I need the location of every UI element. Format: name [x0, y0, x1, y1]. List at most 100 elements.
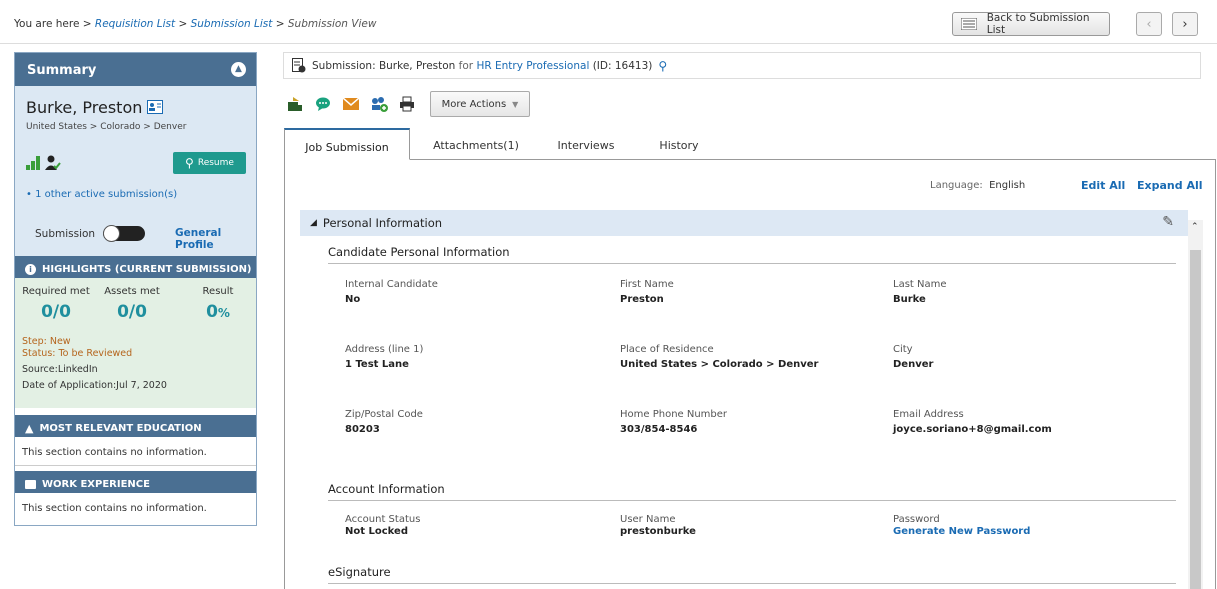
resume-label: Resume	[197, 158, 234, 168]
highlights-body: Required met 0/0 Assets met 0/0 Result 0…	[15, 278, 256, 408]
back-to-submission-list-button[interactable]: Back to Submission List	[952, 12, 1110, 36]
field-zip-code: Zip/Postal Code 80203	[345, 409, 423, 435]
field-label: Last Name	[893, 279, 947, 290]
language-indicator: Language: English	[930, 180, 1025, 191]
step-status: Step: New Status: To be Reviewed	[22, 336, 132, 360]
summary-panel: Summary ▲ Burke, Preston United States >…	[14, 52, 257, 526]
action-toolbar: More Actions ▼	[286, 91, 530, 117]
summary-title: Summary	[27, 63, 97, 78]
field-account-status: Account Status Not Locked	[345, 514, 420, 537]
general-profile-link[interactable]: General Profile	[175, 227, 256, 251]
field-value: Not Locked	[345, 526, 408, 537]
highlights-title: HIGHLIGHTS (CURRENT SUBMISSION)	[42, 264, 252, 275]
list-icon	[961, 18, 977, 30]
field-label: Zip/Postal Code	[345, 409, 423, 420]
scrollbar-thumb[interactable]	[1190, 250, 1201, 589]
tab-bar: Job Submission Attachments(1) Interviews…	[284, 128, 1216, 160]
contact-card-icon[interactable]	[147, 100, 164, 114]
resume-button[interactable]: ⚲ Resume	[173, 152, 246, 174]
breadcrumb-requisition-list[interactable]: Requisition List	[95, 18, 175, 30]
expand-all-link[interactable]: Expand All	[1137, 179, 1203, 192]
tab-interviews[interactable]: Interviews	[536, 128, 636, 160]
top-bar: You are here > Requisition List > Submis…	[0, 0, 1217, 44]
print-icon[interactable]	[398, 95, 416, 113]
scroll-up-icon[interactable]: ⌃	[1191, 222, 1199, 232]
preview-search-icon[interactable]: ⚲	[658, 59, 667, 73]
other-submissions-text: 1 other active submission(s)	[35, 189, 178, 200]
field-value: 80203	[345, 424, 380, 435]
email-icon[interactable]	[342, 95, 360, 113]
personal-information-section-header[interactable]: ◢ Personal Information ✎	[300, 210, 1188, 236]
tab-attachments[interactable]: Attachments(1)	[420, 128, 532, 160]
bullet-icon: •	[26, 189, 32, 200]
language-value[interactable]: English	[989, 180, 1025, 191]
previous-button[interactable]: ‹	[1136, 12, 1162, 36]
field-city: City Denver	[893, 344, 933, 370]
field-label: Address (line 1)	[345, 344, 424, 355]
document-icon	[292, 58, 306, 73]
field-label: First Name	[620, 279, 674, 290]
tab-history[interactable]: History	[644, 128, 714, 160]
breadcrumb-separator: >	[275, 18, 285, 30]
required-met-value: 0/0	[41, 302, 71, 322]
briefcase-icon	[25, 480, 36, 489]
breadcrumb-separator: >	[178, 18, 188, 30]
edit-all-link[interactable]: Edit All	[1081, 179, 1125, 192]
work-empty-text: This section contains no information.	[22, 503, 207, 514]
add-to-folder-icon[interactable]	[370, 95, 388, 113]
collapse-icon[interactable]: ▲	[231, 62, 246, 77]
field-user-name: User Name prestonburke	[620, 514, 696, 537]
other-submissions-link[interactable]: • 1 other active submission(s)	[26, 189, 177, 200]
result-value: 0	[206, 302, 218, 322]
generate-new-password-link[interactable]: Generate New Password	[893, 526, 1030, 537]
more-actions-dropdown[interactable]: More Actions ▼	[430, 91, 530, 117]
field-email-address: Email Address joyce.soriano+8@gmail.com	[893, 409, 1052, 435]
field-label: User Name	[620, 514, 676, 525]
candidate-personal-info-title: Candidate Personal Information	[328, 242, 1176, 264]
field-label: Password	[893, 514, 940, 525]
job-link[interactable]: HR Entry Professional	[476, 60, 589, 72]
field-value: 303/854-8546	[620, 424, 698, 435]
application-date: Date of Application:Jul 7, 2020	[22, 380, 167, 391]
work-title: WORK EXPERIENCE	[42, 479, 150, 490]
education-title: MOST RELEVANT EDUCATION	[39, 423, 202, 434]
field-label: Email Address	[893, 409, 964, 420]
toggle-label-submission: Submission	[35, 227, 96, 240]
back-button-label: Back to Submission List	[986, 12, 1090, 36]
breadcrumb-submission-list[interactable]: Submission List	[191, 18, 273, 30]
vertical-scrollbar[interactable]	[1188, 220, 1203, 589]
next-button[interactable]: ›	[1172, 12, 1198, 36]
result-label: Result	[202, 286, 234, 297]
field-label: Internal Candidate	[345, 279, 438, 290]
field-label: Place of Residence	[620, 344, 714, 355]
field-first-name: First Name Preston	[620, 279, 674, 305]
edit-pencil-icon[interactable]: ✎	[1162, 214, 1174, 230]
education-empty-text: This section contains no information.	[15, 438, 256, 466]
required-met-metric: Required met 0/0	[21, 286, 91, 322]
chevron-down-icon: ▼	[512, 99, 519, 109]
tab-job-submission[interactable]: Job Submission	[284, 128, 410, 160]
section-title: Personal Information	[322, 216, 443, 230]
rating-bars-icon	[26, 156, 40, 170]
source-info: Source:LinkedIn Date of Application:Jul …	[22, 362, 167, 394]
candidate-name: Burke, Preston	[26, 98, 164, 117]
field-label: Account Status	[345, 514, 421, 525]
education-header: ▲ MOST RELEVANT EDUCATION	[15, 415, 256, 437]
chevron-right-icon: ›	[1182, 16, 1188, 32]
field-internal-candidate: Internal Candidate No	[345, 279, 438, 305]
move-candidate-icon[interactable]	[286, 95, 304, 113]
summary-body: Burke, Preston United States > Colorado …	[15, 86, 256, 256]
more-actions-label: More Actions	[441, 98, 507, 110]
result-unit: %	[217, 306, 230, 320]
summary-header: Summary ▲	[15, 53, 256, 86]
language-label: Language:	[930, 180, 983, 191]
source-text: Source:LinkedIn	[22, 364, 98, 375]
breadcrumb: You are here > Requisition List > Submis…	[14, 18, 376, 30]
assets-met-label: Assets met	[104, 286, 160, 297]
info-icon: i	[25, 264, 36, 275]
submission-profile-switch[interactable]	[103, 225, 146, 242]
candidate-location: United States > Colorado > Denver	[26, 122, 187, 132]
resume-search-icon: ⚲	[185, 156, 194, 170]
comment-icon[interactable]	[314, 95, 332, 113]
field-label: Home Phone Number	[620, 409, 728, 420]
